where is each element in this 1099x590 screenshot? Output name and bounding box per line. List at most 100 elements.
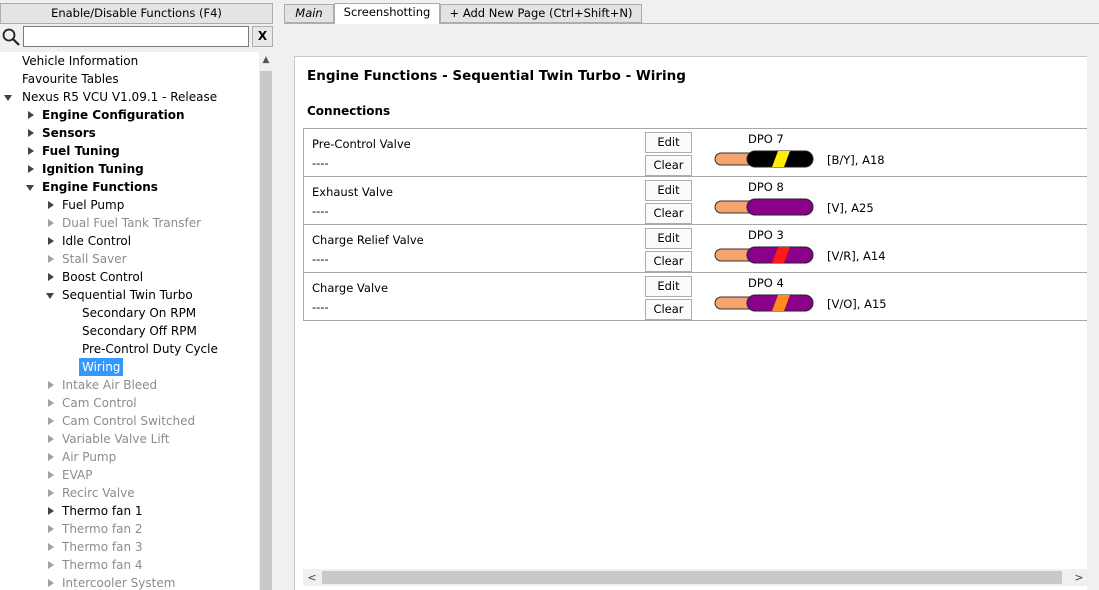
tree-item-label: Dual Fuel Tank Transfer xyxy=(62,216,202,230)
tab-main[interactable]: Main xyxy=(284,4,334,23)
collapsed-arrow-icon[interactable] xyxy=(26,106,38,124)
edit-button[interactable]: Edit xyxy=(645,276,692,297)
clear-button[interactable]: Clear xyxy=(645,299,692,320)
tree-item[interactable]: Stall Saver xyxy=(0,250,259,268)
collapsed-arrow-icon[interactable] xyxy=(46,502,58,520)
tree-item[interactable]: Engine Functions xyxy=(0,178,259,196)
tree-item-label: Thermo fan 2 xyxy=(62,522,143,536)
tree-item[interactable]: Sequential Twin Turbo xyxy=(0,286,259,304)
tree-item-label: Engine Configuration xyxy=(42,108,185,122)
tree-item[interactable]: Thermo fan 2 xyxy=(0,520,259,538)
tree-item-label: Pre-Control Duty Cycle xyxy=(82,342,218,356)
scroll-left-icon[interactable]: < xyxy=(305,569,319,586)
tree-item-label: Secondary Off RPM xyxy=(82,324,197,338)
tree-item-label: Idle Control xyxy=(62,234,132,248)
collapsed-arrow-icon[interactable] xyxy=(46,448,58,466)
collapsed-arrow-icon[interactable] xyxy=(26,160,38,178)
tree-item[interactable]: Wiring xyxy=(0,358,259,376)
tree-item[interactable]: Idle Control xyxy=(0,232,259,250)
search-icon xyxy=(1,27,21,47)
wire-code: [V/O], A15 xyxy=(827,297,887,311)
collapsed-arrow-icon[interactable] xyxy=(26,124,38,142)
edit-button[interactable]: Edit xyxy=(645,228,692,249)
connection-row: Pre-Control Valve ---- Edit Clear DPO 7 [B/Y]… xyxy=(304,129,1087,177)
tree-item-label: Vehicle Information xyxy=(22,54,139,68)
tree-item[interactable]: Cam Control Switched xyxy=(0,412,259,430)
search-input[interactable] xyxy=(23,26,249,47)
tree-item-label: Stall Saver xyxy=(62,252,127,266)
tree-item[interactable]: Thermo fan 3 xyxy=(0,538,259,556)
collapsed-arrow-icon[interactable] xyxy=(46,412,58,430)
tree-item-label: Thermo fan 3 xyxy=(62,540,143,554)
collapsed-arrow-icon[interactable] xyxy=(46,556,58,574)
connection-value: ---- xyxy=(312,156,329,170)
collapsed-arrow-icon[interactable] xyxy=(46,466,58,484)
tree-item-label: Sensors xyxy=(42,126,96,140)
collapsed-arrow-icon[interactable] xyxy=(46,538,58,556)
horizontal-scrollbar[interactable]: < > xyxy=(303,569,1088,586)
clear-button[interactable]: Clear xyxy=(645,155,692,176)
edit-button[interactable]: Edit xyxy=(645,180,692,201)
tree-item[interactable]: Cam Control xyxy=(0,394,259,412)
tree-item[interactable]: Vehicle Information xyxy=(0,52,259,70)
tree-item-label: Cam Control Switched xyxy=(62,414,196,428)
collapsed-arrow-icon[interactable] xyxy=(46,250,58,268)
expanded-arrow-icon[interactable] xyxy=(26,178,38,196)
tree-item-label: Fuel Pump xyxy=(62,198,125,212)
collapsed-arrow-icon[interactable] xyxy=(46,376,58,394)
collapsed-arrow-icon[interactable] xyxy=(46,574,58,590)
clear-button[interactable]: Clear xyxy=(645,203,692,224)
collapsed-arrow-icon[interactable] xyxy=(46,430,58,448)
tree-item[interactable]: Favourite Tables xyxy=(0,70,259,88)
tree-item[interactable]: Intercooler System xyxy=(0,574,259,590)
tree-item[interactable]: Fuel Pump xyxy=(0,196,259,214)
horizontal-scroll-thumb[interactable] xyxy=(322,571,1062,584)
tree-item[interactable]: Thermo fan 1 xyxy=(0,502,259,520)
clear-button[interactable]: Clear xyxy=(645,251,692,272)
tree-scrollbar[interactable]: ▲ xyxy=(259,52,273,590)
wire-color-icon xyxy=(714,150,814,168)
expanded-arrow-icon[interactable] xyxy=(46,286,58,304)
collapsed-arrow-icon[interactable] xyxy=(46,196,58,214)
tree-scroll-thumb[interactable] xyxy=(260,71,272,590)
tree-item[interactable]: Intake Air Bleed xyxy=(0,376,259,394)
collapsed-arrow-icon[interactable] xyxy=(46,214,58,232)
tree-item[interactable]: Boost Control xyxy=(0,268,259,286)
edit-button[interactable]: Edit xyxy=(645,132,692,153)
wire-color-icon xyxy=(714,246,814,264)
collapsed-arrow-icon[interactable] xyxy=(46,394,58,412)
add-new-page-tab[interactable]: + Add New Page (Ctrl+Shift+N) xyxy=(440,4,642,23)
collapsed-arrow-icon[interactable] xyxy=(46,268,58,286)
connection-value: ---- xyxy=(312,204,329,218)
tree-item[interactable]: Nexus R5 VCU V1.09.1 - Release xyxy=(0,88,259,106)
tree-item[interactable]: Recirc Valve xyxy=(0,484,259,502)
collapsed-arrow-icon[interactable] xyxy=(46,484,58,502)
tree-item[interactable]: Fuel Tuning xyxy=(0,142,259,160)
tree-item-label: Thermo fan 4 xyxy=(62,558,143,572)
tree-item[interactable]: Thermo fan 4 xyxy=(0,556,259,574)
tree-item[interactable]: Ignition Tuning xyxy=(0,160,259,178)
collapsed-arrow-icon[interactable] xyxy=(46,520,58,538)
clear-search-button[interactable]: X xyxy=(252,26,273,47)
collapsed-arrow-icon[interactable] xyxy=(26,142,38,160)
tree-item[interactable]: Secondary Off RPM xyxy=(0,322,259,340)
tree-item-label: Intercooler System xyxy=(62,576,176,590)
tree-item[interactable]: Secondary On RPM xyxy=(0,304,259,322)
tree-item[interactable]: Air Pump xyxy=(0,448,259,466)
tree-item[interactable]: Variable Valve Lift xyxy=(0,430,259,448)
scroll-up-icon[interactable]: ▲ xyxy=(259,52,273,69)
tree-item-label: Thermo fan 1 xyxy=(62,504,143,518)
tree-item[interactable]: Dual Fuel Tank Transfer xyxy=(0,214,259,232)
tree-item-label: Wiring xyxy=(79,358,124,376)
enable-disable-functions-button[interactable]: Enable/Disable Functions (F4) xyxy=(0,3,273,24)
tree-item[interactable]: Sensors xyxy=(0,124,259,142)
scroll-right-icon[interactable]: > xyxy=(1072,569,1086,586)
expanded-arrow-icon[interactable] xyxy=(4,88,16,106)
output-channel-label: DPO 7 xyxy=(748,132,784,146)
tree-item[interactable]: Engine Configuration xyxy=(0,106,259,124)
connections-table: Pre-Control Valve ---- Edit Clear DPO 7 [B/Y]… xyxy=(303,128,1088,321)
tree-item[interactable]: Pre-Control Duty Cycle xyxy=(0,340,259,358)
collapsed-arrow-icon[interactable] xyxy=(46,232,58,250)
tab-screenshotting[interactable]: Screenshotting xyxy=(334,3,440,24)
tree-item[interactable]: EVAP xyxy=(0,466,259,484)
